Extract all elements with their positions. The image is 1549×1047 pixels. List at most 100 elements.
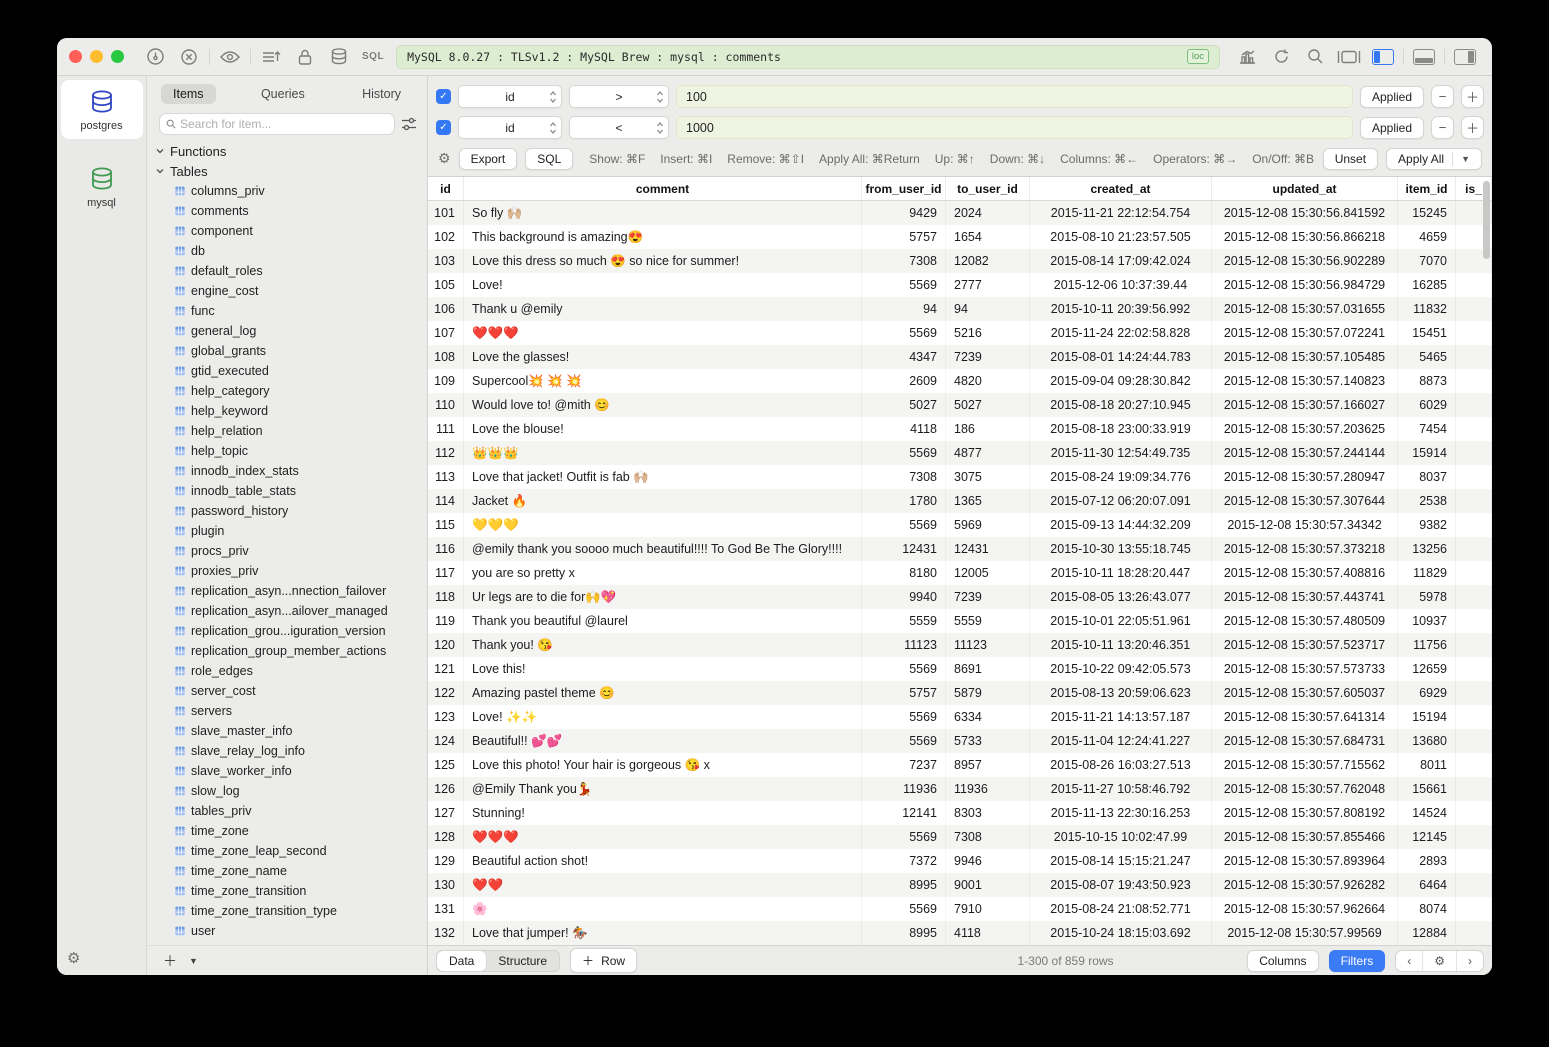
table-row[interactable]: 129 Beautiful action shot! 7372 9946 201…: [428, 849, 1492, 873]
filter-operator-select[interactable]: <: [569, 116, 669, 139]
table-row[interactable]: 125 Love this photo! Your hair is gorgeo…: [428, 753, 1492, 777]
table-row[interactable]: 121 Love this! 5569 8691 2015-10-22 09:4…: [428, 657, 1492, 681]
sidebar-table-item[interactable]: replication_asyn...nnection_failover: [155, 581, 427, 601]
table-row[interactable]: 127 Stunning! 12141 8303 2015-11-13 22:3…: [428, 801, 1492, 825]
sidebar-table-item[interactable]: engine_cost: [155, 281, 427, 301]
refresh-icon[interactable]: [1264, 45, 1298, 69]
export-button[interactable]: Export: [459, 148, 518, 170]
table-row[interactable]: 115 💛💛💛 5569 5969 2015-09-13 14:44:32.20…: [428, 513, 1492, 537]
tab-items[interactable]: Items: [161, 84, 216, 104]
filter-operator-select[interactable]: >: [569, 85, 669, 108]
tab-history[interactable]: History: [350, 84, 413, 104]
add-filter-button[interactable]: ＋: [1461, 116, 1484, 139]
lock-icon[interactable]: [288, 45, 322, 69]
table-row[interactable]: 126 @Emily Thank you💃 11936 11936 2015-1…: [428, 777, 1492, 801]
table-row[interactable]: 108 Love the glasses! 4347 7239 2015-08-…: [428, 345, 1492, 369]
sidebar-table-item[interactable]: proxies_priv: [155, 561, 427, 581]
sidebar-table-item[interactable]: replication_group_member_actions: [155, 641, 427, 661]
filter-value-input[interactable]: [676, 85, 1353, 108]
column-header-item-id[interactable]: item_id: [1398, 177, 1456, 200]
connection-mysql[interactable]: mysql: [61, 157, 143, 216]
sidebar-table-item[interactable]: gtid_executed: [155, 361, 427, 381]
table-row[interactable]: 120 Thank you! 😘 11123 11123 2015-10-11 …: [428, 633, 1492, 657]
pending-changes-icon[interactable]: [254, 45, 288, 69]
sidebar-table-item[interactable]: db: [155, 241, 427, 261]
close-window-button[interactable]: [69, 50, 82, 63]
apply-all-button[interactable]: Apply All ▼: [1386, 148, 1482, 170]
page-settings-gear-icon[interactable]: ⚙: [1422, 951, 1456, 971]
data-view-button[interactable]: Data: [437, 951, 486, 971]
disconnect-icon[interactable]: [172, 45, 206, 69]
stats-chart-icon[interactable]: [1230, 45, 1264, 69]
table-row[interactable]: 113 Love that jacket! Outfit is fab 🙌🏼 7…: [428, 465, 1492, 489]
column-header-updated-at[interactable]: updated_at: [1212, 177, 1398, 200]
focus-panel-icon[interactable]: [1332, 45, 1366, 69]
table-row[interactable]: 123 Love! ✨✨ 5569 6334 2015-11-21 14:13:…: [428, 705, 1492, 729]
sidebar-table-item[interactable]: help_topic: [155, 441, 427, 461]
remove-filter-button[interactable]: −: [1431, 116, 1454, 139]
table-row[interactable]: 119 Thank you beautiful @laurel 5559 555…: [428, 609, 1492, 633]
column-header-comment[interactable]: comment: [464, 177, 862, 200]
table-row[interactable]: 118 Ur legs are to die for🙌💖 9940 7239 2…: [428, 585, 1492, 609]
sidebar-table-item[interactable]: help_keyword: [155, 401, 427, 421]
table-row[interactable]: 109 Supercool💥 💥 💥 2609 4820 2015-09-04 …: [428, 369, 1492, 393]
column-header-id[interactable]: id: [428, 177, 464, 200]
sidebar-table-item[interactable]: time_zone_transition_type: [155, 901, 427, 921]
settings-gear-icon[interactable]: ⚙: [67, 949, 80, 967]
connection-postgres[interactable]: postgres: [61, 80, 143, 139]
filter-applied-button[interactable]: Applied: [1360, 117, 1424, 139]
sidebar-table-item[interactable]: help_relation: [155, 421, 427, 441]
zoom-window-button[interactable]: [111, 50, 124, 63]
table-row[interactable]: 116 @emily thank you soooo much beautifu…: [428, 537, 1492, 561]
filters-button[interactable]: Filters: [1329, 950, 1386, 972]
filter-checkbox[interactable]: ✓: [436, 89, 451, 104]
filter-checkbox[interactable]: ✓: [436, 120, 451, 135]
vertical-scrollbar[interactable]: [1483, 181, 1490, 259]
sidebar-table-item[interactable]: time_zone_leap_second: [155, 841, 427, 861]
table-row[interactable]: 107 ❤️❤️❤️ 5569 5216 2015-11-24 22:02:58…: [428, 321, 1492, 345]
sidebar-search-field[interactable]: [159, 113, 395, 135]
remove-filter-button[interactable]: −: [1431, 85, 1454, 108]
preview-eye-icon[interactable]: [213, 45, 247, 69]
toggle-bottom-panel-icon[interactable]: [1407, 45, 1441, 69]
sidebar-table-item[interactable]: help_category: [155, 381, 427, 401]
connect-icon[interactable]: [138, 45, 172, 69]
sidebar-table-item[interactable]: role_edges: [155, 661, 427, 681]
sidebar-table-item[interactable]: general_log: [155, 321, 427, 341]
table-row[interactable]: 124 Beautiful!! 💕💕 5569 5733 2015-11-04 …: [428, 729, 1492, 753]
add-filter-button[interactable]: ＋: [1461, 85, 1484, 108]
sidebar-table-item[interactable]: plugin: [155, 521, 427, 541]
column-header-created-at[interactable]: created_at: [1030, 177, 1212, 200]
toggle-left-sidebar-icon[interactable]: [1366, 45, 1400, 69]
tab-queries[interactable]: Queries: [249, 84, 317, 104]
table-row[interactable]: 117 you are so pretty x 8180 12005 2015-…: [428, 561, 1492, 585]
sql-button[interactable]: SQL: [525, 148, 573, 170]
sql-editor-icon[interactable]: SQL: [362, 51, 384, 62]
table-row[interactable]: 110 Would love to! @mith 😊 5027 5027 201…: [428, 393, 1492, 417]
sidebar-table-item[interactable]: procs_priv: [155, 541, 427, 561]
sidebar-table-item[interactable]: servers: [155, 701, 427, 721]
table-row[interactable]: 122 Amazing pastel theme 😊 5757 5879 201…: [428, 681, 1492, 705]
table-row[interactable]: 132 Love that jumper! 🏇 8995 4118 2015-1…: [428, 921, 1492, 945]
sidebar-table-item[interactable]: time_zone: [155, 821, 427, 841]
add-item-button[interactable]: ＋: [157, 951, 183, 971]
structure-view-button[interactable]: Structure: [486, 951, 559, 971]
filter-tune-icon[interactable]: [401, 117, 417, 131]
sidebar-table-item[interactable]: tables_priv: [155, 801, 427, 821]
sidebar-table-item[interactable]: password_history: [155, 501, 427, 521]
columns-button[interactable]: Columns: [1247, 950, 1318, 972]
table-row[interactable]: 128 ❤️❤️❤️ 5569 7308 2015-10-15 10:02:47…: [428, 825, 1492, 849]
sidebar-table-item[interactable]: time_zone_transition: [155, 881, 427, 901]
sidebar-table-item[interactable]: comments: [155, 201, 427, 221]
sidebar-table-item[interactable]: time_zone_name: [155, 861, 427, 881]
table-row[interactable]: 114 Jacket 🔥 1780 1365 2015-07-12 06:20:…: [428, 489, 1492, 513]
search-icon[interactable]: [1298, 45, 1332, 69]
table-row[interactable]: 105 Love! 5569 2777 2015-12-06 10:37:39.…: [428, 273, 1492, 297]
filter-column-select[interactable]: id: [458, 116, 562, 139]
sidebar-table-item[interactable]: innodb_index_stats: [155, 461, 427, 481]
sidebar-table-item[interactable]: user: [155, 921, 427, 941]
table-row[interactable]: 101 So fly 🙌🏼 9429 2024 2015-11-21 22:12…: [428, 201, 1492, 225]
sidebar-table-item[interactable]: func: [155, 301, 427, 321]
table-row[interactable]: 106 Thank u @emily 94 94 2015-10-11 20:3…: [428, 297, 1492, 321]
table-row[interactable]: 130 ❤️❤️ 8995 9001 2015-08-07 19:43:50.9…: [428, 873, 1492, 897]
